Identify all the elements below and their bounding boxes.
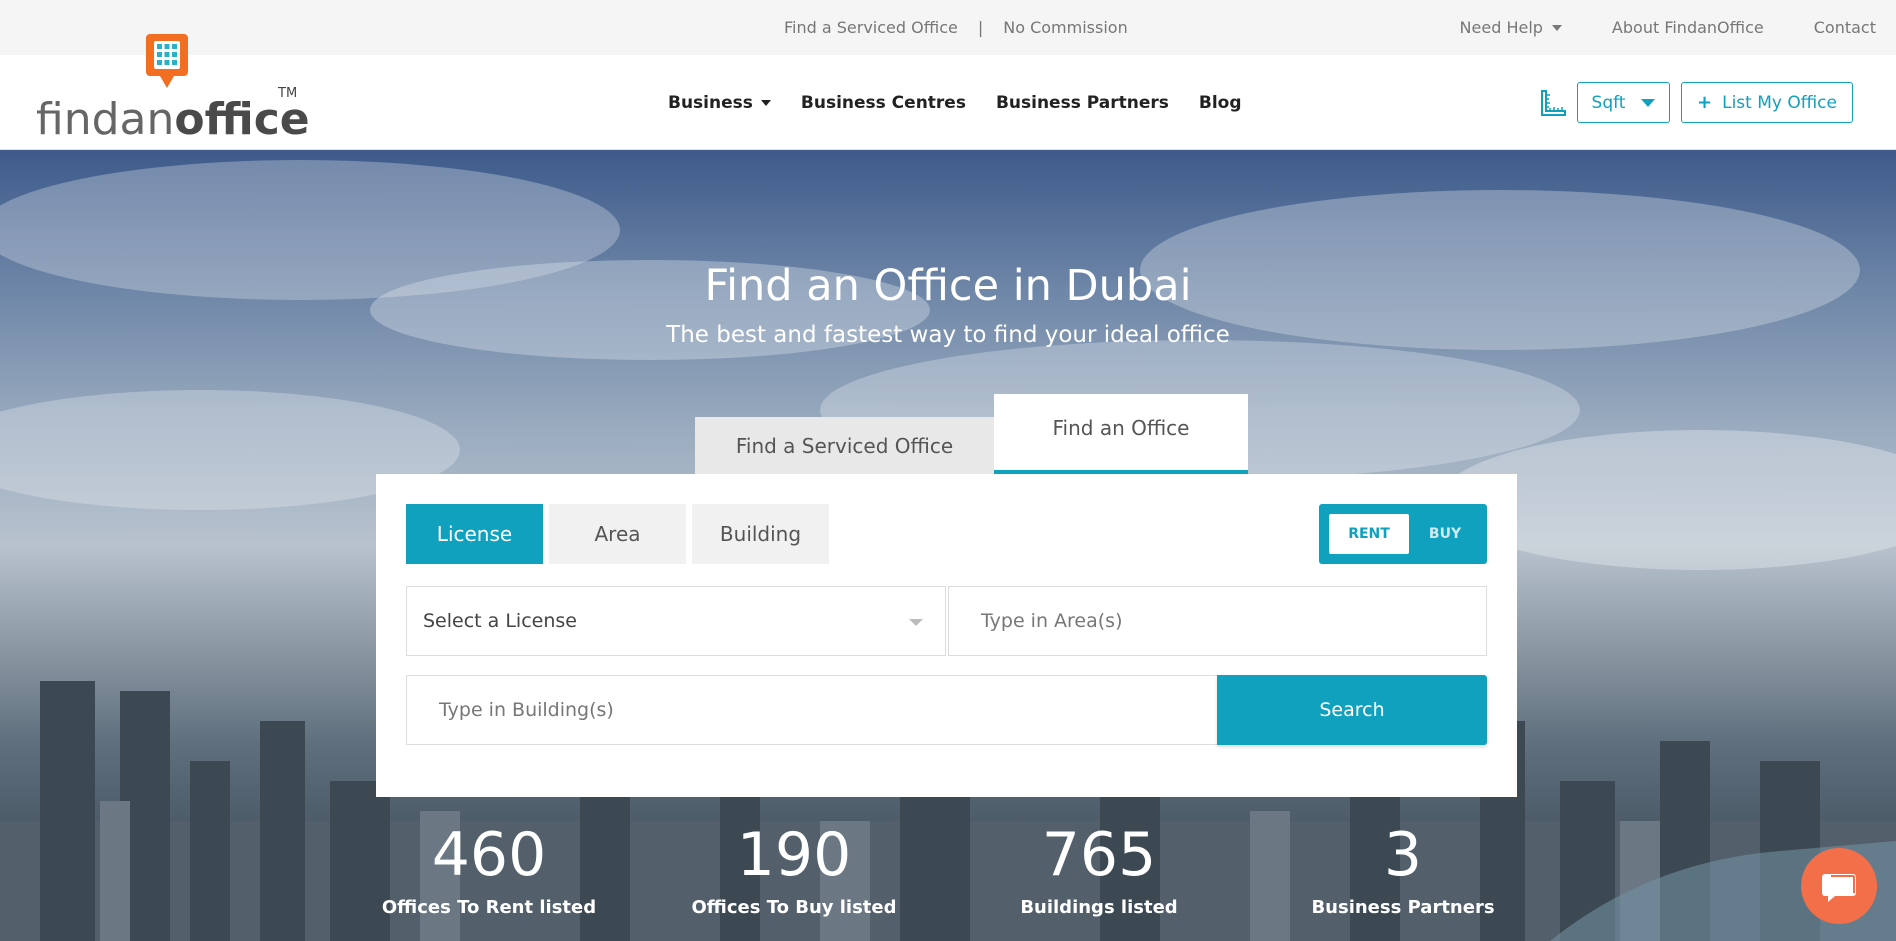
building-input[interactable]: Type in Building(s) <box>406 675 1218 745</box>
nav-item-business[interactable]: Business <box>668 93 771 113</box>
tab-find-an-office[interactable]: Find an Office <box>994 394 1248 474</box>
license-select[interactable]: Select a License <box>406 586 946 656</box>
top-link-contact[interactable]: Contact <box>1814 18 1876 37</box>
logo[interactable]: findanoffice TM <box>36 34 310 150</box>
stat-buildings: 765 Buildings listed <box>979 825 1219 918</box>
chevron-down-icon <box>1641 98 1656 107</box>
top-link-about[interactable]: About FindanOffice <box>1612 18 1764 37</box>
area-input[interactable]: Type in Area(s) <box>948 586 1487 656</box>
ruler-icon <box>1541 89 1566 116</box>
plus-icon: + <box>1697 92 1713 113</box>
stat-label: Business Partners <box>1311 897 1495 918</box>
chevron-down-icon <box>760 99 771 106</box>
buy-toggle-button[interactable]: BUY <box>1415 514 1475 554</box>
need-help-dropdown[interactable]: Need Help <box>1460 18 1562 37</box>
list-my-office-button[interactable]: + List My Office <box>1681 82 1853 123</box>
stat-offices-to-rent: 460 Offices To Rent listed <box>369 825 609 918</box>
top-center-links: Find a Serviced Office | No Commission <box>784 0 1128 55</box>
nav-item-business-partners[interactable]: Business Partners <box>996 93 1169 113</box>
building-pin-icon <box>146 34 188 88</box>
search-type-building[interactable]: Building <box>692 504 829 564</box>
stat-number: 765 <box>1041 820 1157 890</box>
search-type-tabs: License Area Building <box>406 504 835 564</box>
hero-section: Find an Office in Dubai The best and fas… <box>0 150 1896 941</box>
logo-text-light: findan <box>36 94 175 145</box>
top-bar: Find a Serviced Office | No Commission N… <box>0 0 1896 55</box>
chevron-down-icon <box>909 619 923 626</box>
main-header: findanoffice TM Business Business Centre… <box>0 34 1896 150</box>
stat-number: 3 <box>1383 820 1423 890</box>
list-my-office-label: List My Office <box>1722 92 1837 113</box>
main-nav: Business Business Centres Business Partn… <box>668 55 1272 150</box>
stat-number: 190 <box>736 820 852 890</box>
search-panel: License Area Building RENT BUY Select a … <box>376 474 1517 797</box>
license-select-placeholder: Select a License <box>423 610 577 632</box>
logo-text-bold: office <box>174 94 310 145</box>
top-right-links: Need Help About FindanOffice Contact <box>1410 0 1876 55</box>
stat-number: 460 <box>431 820 547 890</box>
stat-business-partners: 3 Business Partners <box>1283 825 1523 918</box>
stat-label: Offices To Buy listed <box>691 897 897 918</box>
top-link-serviced-office[interactable]: Find a Serviced Office <box>784 18 958 37</box>
stat-label: Buildings listed <box>1020 897 1178 918</box>
nav-item-blog[interactable]: Blog <box>1199 93 1242 113</box>
header-actions: Sqft + List My Office <box>1539 55 1853 150</box>
chevron-down-icon <box>1551 24 1562 31</box>
rent-buy-toggle: RENT BUY <box>1319 504 1487 564</box>
unit-label: Sqft <box>1591 92 1626 113</box>
stat-label: Offices To Rent listed <box>381 897 597 918</box>
unit-select-button[interactable]: Sqft <box>1577 82 1670 123</box>
hero-title: Find an Office in Dubai <box>704 261 1192 311</box>
hero-subtitle: The best and fastest way to find your id… <box>666 322 1230 348</box>
top-link-no-commission[interactable]: No Commission <box>1003 18 1127 37</box>
building-input-placeholder: Type in Building(s) <box>439 699 614 721</box>
search-type-area[interactable]: Area <box>549 504 686 564</box>
chat-widget-button[interactable] <box>1801 848 1877 924</box>
area-input-placeholder: Type in Area(s) <box>981 610 1123 632</box>
need-help-label: Need Help <box>1459 18 1543 37</box>
stat-offices-to-buy: 190 Offices To Buy listed <box>674 825 914 918</box>
chat-bubble-icon <box>1822 874 1856 902</box>
rent-toggle-button[interactable]: RENT <box>1329 514 1409 554</box>
search-type-license[interactable]: License <box>406 504 543 564</box>
nav-item-business-label: Business <box>668 92 753 113</box>
top-link-separator: | <box>977 18 984 37</box>
logo-wordmark: findanoffice <box>36 98 310 142</box>
logo-trademark: TM <box>278 86 298 101</box>
nav-item-business-centres[interactable]: Business Centres <box>801 93 966 113</box>
search-button[interactable]: Search <box>1217 675 1487 745</box>
tab-find-serviced-office[interactable]: Find a Serviced Office <box>695 417 994 474</box>
